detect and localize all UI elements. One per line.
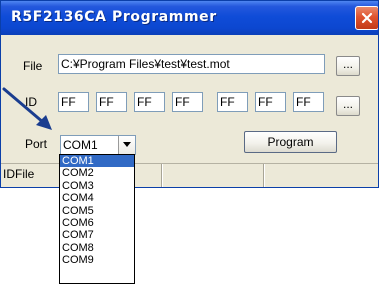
port-option[interactable]: COM4 bbox=[60, 192, 134, 204]
port-option[interactable]: COM7 bbox=[60, 229, 134, 241]
annotation-arrow-icon bbox=[2, 87, 52, 130]
title-bar[interactable]: R5F2136CA Programmer bbox=[1, 1, 378, 35]
id-field-2[interactable]: FF bbox=[96, 92, 127, 112]
id-browse-button[interactable]: ... bbox=[336, 96, 360, 116]
port-dropdown-button[interactable] bbox=[118, 136, 135, 154]
file-browse-button[interactable]: ... bbox=[336, 56, 360, 76]
chevron-down-icon bbox=[123, 142, 131, 147]
status-divider bbox=[263, 164, 265, 187]
port-select[interactable]: COM1 bbox=[60, 135, 136, 155]
id-field-5[interactable]: FF bbox=[217, 92, 248, 112]
file-path-input[interactable]: C:¥Program Files¥test¥test.mot bbox=[58, 54, 325, 74]
file-label: File bbox=[23, 59, 43, 73]
id-field-3[interactable]: FF bbox=[134, 92, 165, 112]
close-icon bbox=[361, 12, 373, 24]
port-option[interactable]: COM9 bbox=[60, 254, 134, 266]
status-bar: IDFile bbox=[1, 163, 378, 187]
port-option[interactable]: COM2 bbox=[60, 167, 134, 179]
port-option[interactable]: COM3 bbox=[60, 180, 134, 192]
status-text: IDFile bbox=[3, 167, 35, 181]
id-field-6[interactable]: FF bbox=[255, 92, 286, 112]
id-field-4[interactable]: FF bbox=[172, 92, 203, 112]
port-option[interactable]: COM5 bbox=[60, 205, 134, 217]
program-button[interactable]: Program bbox=[244, 131, 337, 153]
status-divider bbox=[161, 164, 163, 187]
id-field-7[interactable]: FF bbox=[293, 92, 324, 112]
window-title: R5F2136CA Programmer bbox=[11, 9, 217, 25]
port-option[interactable]: COM8 bbox=[60, 242, 134, 254]
port-option[interactable]: COM1 bbox=[60, 155, 134, 168]
port-option[interactable]: COM6 bbox=[60, 217, 134, 229]
close-button[interactable] bbox=[355, 6, 378, 30]
port-dropdown-list[interactable]: COM1 COM2 COM3 COM4 COM5 COM6 COM7 COM8 … bbox=[59, 154, 135, 284]
